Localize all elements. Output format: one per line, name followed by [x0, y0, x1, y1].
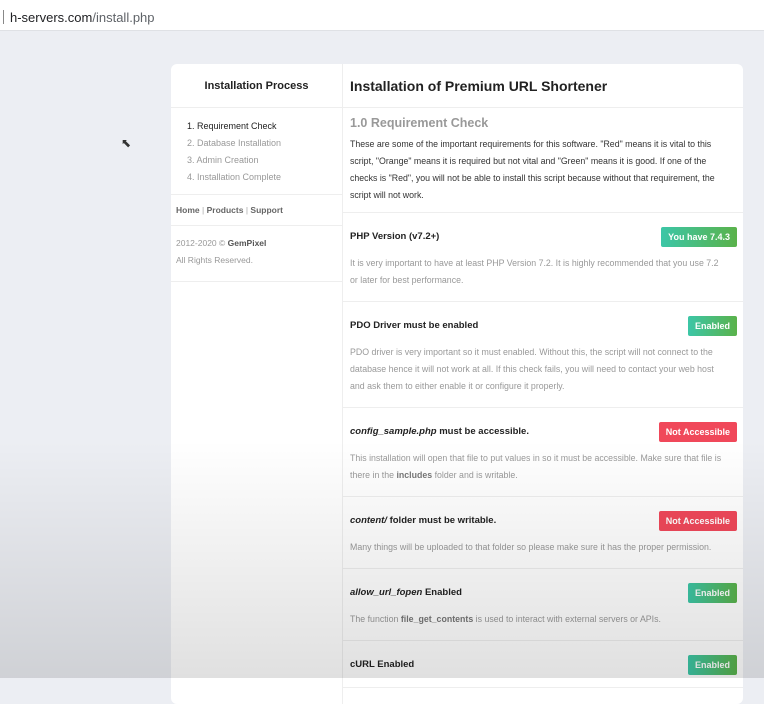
desc-text: PDO driver is very important so it must … [350, 347, 714, 391]
footer-links: Home | Products | Support [171, 195, 342, 226]
requirement-check-row: content/ folder must be writable. Not Acc… [343, 497, 743, 569]
status-badge: Enabled [687, 583, 737, 603]
url-path: /install.php [92, 10, 155, 25]
page-title: Installation of Premium URL Shortener [343, 64, 743, 108]
intro-text: These are some of the important requirem… [350, 139, 715, 200]
desc-text: It is very important to have at least PH… [350, 258, 719, 285]
desc-text: The function [350, 614, 401, 624]
step-installation-complete: 4. Installation Complete [187, 172, 282, 182]
status-badge: Not Accessible [658, 422, 737, 442]
step-admin-creation: 3. Admin Creation [187, 155, 259, 165]
check-description: This installation will open that file to… [350, 450, 737, 484]
status-badge: You have 7.4.3 [661, 227, 737, 247]
status-badge: Enabled [687, 316, 737, 336]
check-title-text: must be accessible. [436, 426, 529, 437]
mouse-pointer-icon: ⬉ [121, 136, 132, 150]
check-description: The function file_get_contents is used t… [350, 611, 737, 628]
intro-section: 1.0 Requirement Check These are some of … [343, 108, 743, 213]
check-description: It is very important to have at least PH… [350, 255, 737, 289]
check-title-code: allow_url_fopen [350, 587, 423, 598]
address-bar[interactable]: h-servers.com/install.php [0, 0, 764, 31]
desc-text: Many things will be uploaded to that fol… [350, 542, 712, 552]
requirement-check-row: config_sample.php must be accessible. Not… [343, 408, 743, 497]
products-link[interactable]: Products [207, 205, 244, 215]
desc-text: folder and is writable. [432, 470, 518, 480]
check-description: Many things will be uploaded to that fol… [350, 539, 737, 556]
support-link[interactable]: Support [250, 205, 283, 215]
requirement-check-row: allow_url_fopen Enabled Enabled The functi… [343, 569, 743, 641]
main-content: Installation of Premium URL Shortener 1.… [343, 64, 743, 704]
requirement-check-row: cURL Enabled Enabled [343, 641, 743, 688]
separator: | [202, 205, 205, 215]
rights-text: All Rights Reserved. [176, 255, 254, 265]
check-title-text: cURL Enabled [350, 659, 415, 670]
step-database-installation: 2. Database Installation [187, 138, 282, 148]
check-title-text: Enabled [422, 587, 462, 598]
check-title: PDO Driver must be enabled [350, 316, 737, 336]
sidebar-title: Installation Process [171, 64, 342, 108]
desc-code: file_get_contents [400, 614, 474, 624]
check-title-text: PHP Version (v7.2+) [350, 231, 440, 242]
check-title-text: PDO Driver must be enabled [350, 320, 479, 331]
check-title: allow_url_fopen Enabled [350, 583, 737, 603]
step-requirement-check: 1. Requirement Check [187, 121, 277, 131]
home-link[interactable]: Home [176, 205, 200, 215]
section-title: 1.0 Requirement Check [350, 116, 489, 130]
copyright: 2012-2020 © GemPixel All Rights Reserved… [171, 226, 342, 282]
requirement-check-row: PHP Version (v7.2+) You have 7.4.3 It is v… [343, 213, 743, 302]
check-title: cURL Enabled [350, 655, 737, 675]
url-host: h-servers.com [10, 10, 93, 25]
requirement-check-row: PDO Driver must be enabled Enabled PDO dri… [343, 302, 743, 408]
status-badge: Enabled [687, 655, 737, 675]
check-title-text: folder must be writable. [386, 515, 497, 526]
text-caret [3, 10, 4, 24]
copyright-years: 2012-2020 © [176, 238, 226, 248]
check-description: PDO driver is very important so it must … [350, 344, 737, 395]
separator: | [245, 205, 249, 215]
steps-list: 1. Requirement Check 2. Database Install… [171, 108, 342, 195]
url-text[interactable]: h-servers.com/install.php [10, 10, 155, 25]
desc-code: includes [396, 470, 433, 480]
sidebar: Installation Process 1. Requirement Chec… [171, 64, 343, 704]
brand-name: GemPixel [227, 238, 267, 248]
check-title-code: content/ [350, 515, 387, 526]
desc-text: is used to interact with external server… [473, 614, 661, 624]
check-title-code: config_sample.php [350, 426, 437, 437]
install-card: Installation Process 1. Requirement Chec… [171, 64, 743, 704]
status-badge: Not Accessible [658, 511, 737, 531]
checks-list: PHP Version (v7.2+) You have 7.4.3 It is v… [343, 213, 743, 688]
